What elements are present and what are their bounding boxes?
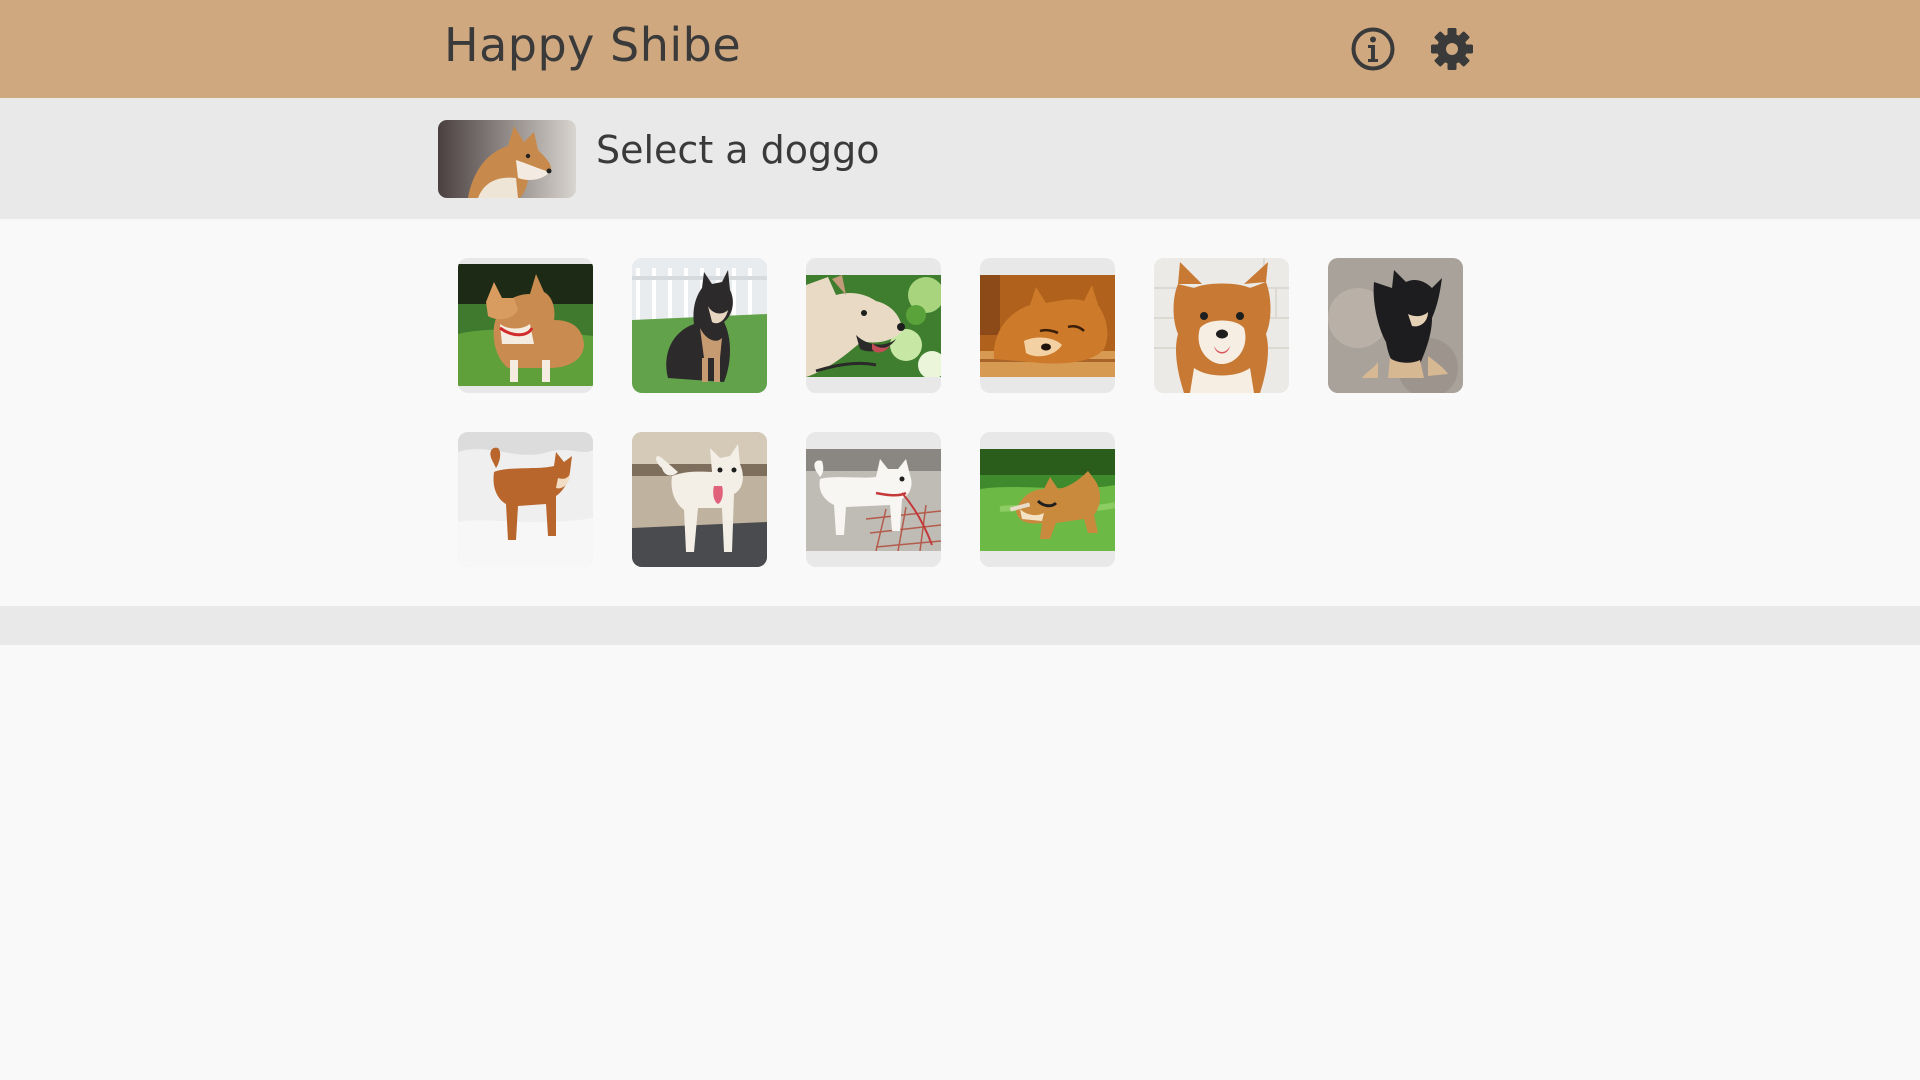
gear-icon[interactable] [1429,26,1475,72]
doggo-photo-7[interactable] [458,432,593,567]
selection-bar [0,98,1920,219]
doggo-photo-3[interactable] [806,258,941,393]
select-doggo-prompt: Select a doggo [596,128,880,172]
doggo-gallery [0,219,1920,606]
doggo-photo-4[interactable] [980,258,1115,393]
doggo-photo-2[interactable] [632,258,767,393]
app-title: Happy Shibe [444,18,742,72]
footer-bar [0,606,1920,645]
doggo-photo-9[interactable] [806,432,941,567]
info-icon[interactable] [1350,26,1396,72]
doggo-photo-5[interactable] [1154,258,1289,393]
selected-doggo-thumbnail [438,120,576,198]
doggo-photo-10[interactable] [980,432,1115,567]
doggo-photo-6[interactable] [1328,258,1463,393]
top-app-bar: Happy Shibe [0,0,1920,98]
doggo-photo-8[interactable] [632,432,767,567]
doggo-photo-1[interactable] [458,258,593,393]
